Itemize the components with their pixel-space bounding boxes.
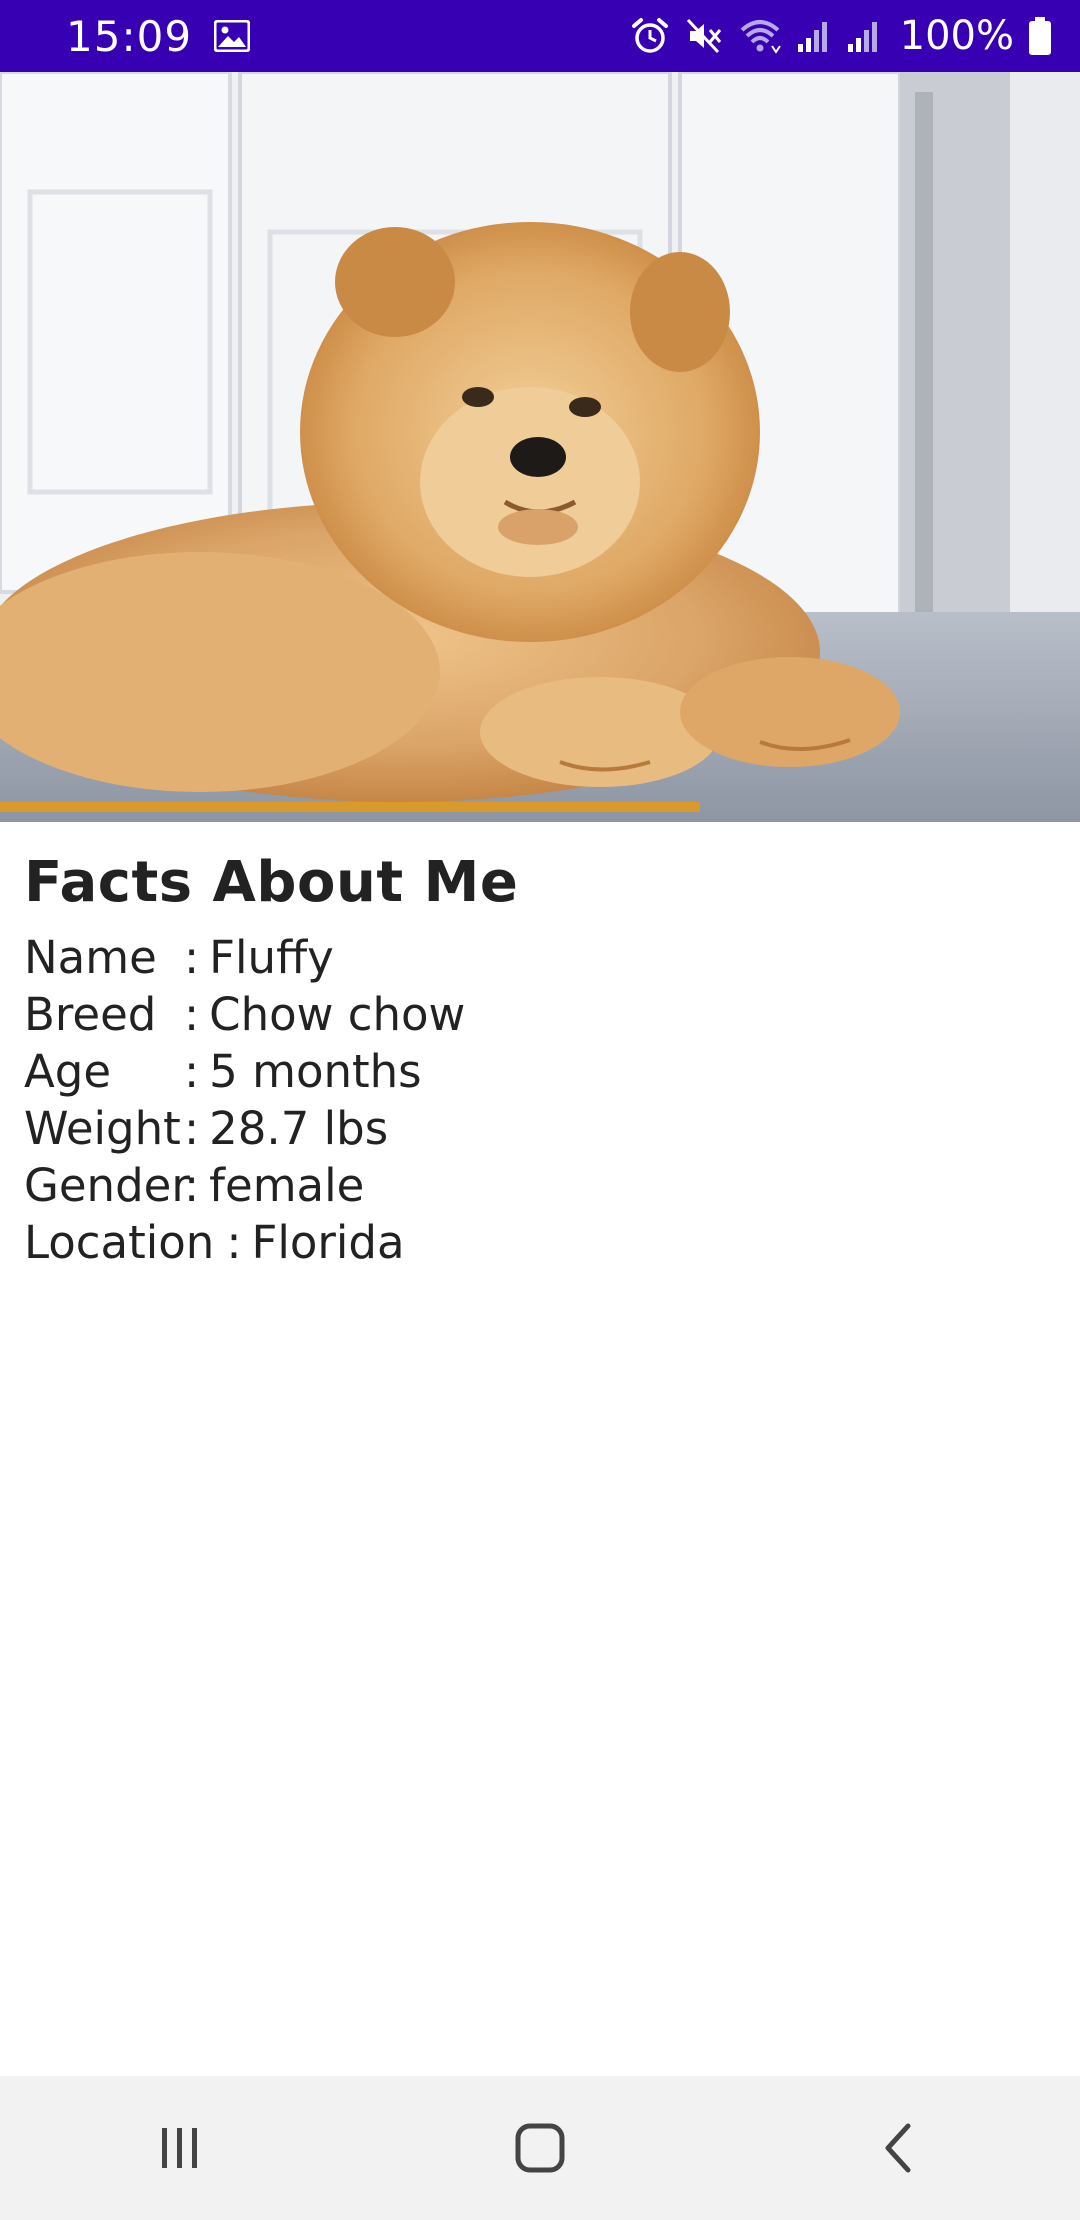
fact-row-gender: Gender : female	[24, 1157, 518, 1214]
image-icon	[214, 20, 251, 52]
fact-row-age: Age : 5 months	[24, 1043, 518, 1100]
recent-apps-button[interactable]	[120, 2098, 240, 2198]
fact-row-weight: Weight : 28.7 lbs	[24, 1100, 518, 1157]
fact-row-name: Name : Fluffy	[24, 929, 518, 986]
fact-row-location: Location : Florida	[24, 1214, 518, 1271]
fact-row-breed: Breed : Chow chow	[24, 986, 518, 1043]
signal-icon	[846, 18, 882, 54]
fact-value: Fluffy	[209, 931, 334, 984]
back-icon	[885, 2123, 911, 2173]
fact-value: 28.7 lbs	[209, 1102, 389, 1155]
home-icon	[515, 2123, 565, 2173]
alarm-icon	[630, 16, 670, 56]
signal-icon	[796, 18, 832, 54]
fact-separator: :	[184, 1102, 200, 1155]
fact-separator: :	[184, 988, 200, 1041]
fact-value: Florida	[251, 1216, 405, 1269]
battery-percentage: 100%	[899, 13, 1014, 59]
fact-separator: :	[226, 1216, 242, 1269]
fact-value: 5 months	[209, 1045, 422, 1098]
status-right: 100%	[630, 13, 1052, 59]
fact-label: Name	[24, 931, 157, 984]
fact-separator: :	[184, 931, 200, 984]
battery-icon	[1028, 16, 1052, 56]
navigation-bar	[0, 2076, 1080, 2220]
recent-apps-icon	[162, 2128, 197, 2168]
fact-value: Chow chow	[209, 988, 466, 1041]
fact-label: Gender	[24, 1159, 190, 1212]
fact-label: Breed	[24, 988, 157, 1041]
facts-section: Facts About Me Name : Fluffy Breed : Cho…	[24, 850, 518, 1271]
fact-value: female	[209, 1159, 365, 1212]
fact-label: Age	[24, 1045, 112, 1098]
fact-separator: :	[184, 1159, 200, 1212]
back-button[interactable]	[840, 2098, 960, 2198]
home-button[interactable]	[480, 2098, 600, 2198]
status-left: 15:09	[66, 11, 251, 61]
puppy-photo	[0, 72, 1080, 822]
puppy-illustration	[0, 72, 1080, 822]
fact-label: Weight	[24, 1102, 181, 1155]
mute-icon	[684, 16, 724, 56]
fact-label: Location	[24, 1216, 215, 1269]
status-bar: 15:09 100%	[0, 0, 1080, 72]
facts-title: Facts About Me	[24, 850, 519, 915]
fact-separator: :	[184, 1045, 200, 1098]
wifi-icon	[738, 16, 782, 56]
status-time: 15:09	[66, 11, 193, 61]
app-screen: 15:09 100% Facts About Me Name: Fluffy …	[0, 0, 1080, 2220]
